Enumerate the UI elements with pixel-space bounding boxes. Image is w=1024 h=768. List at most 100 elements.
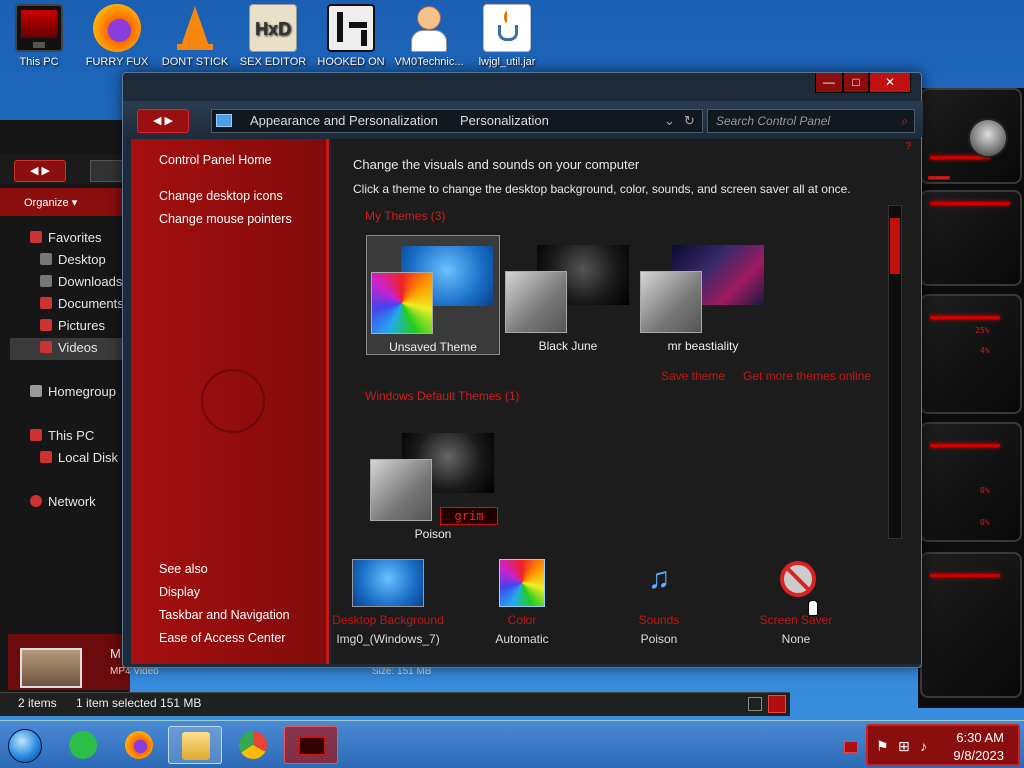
tree-item-label: Pictures [58,318,105,333]
taskbar-app-control-panel[interactable] [284,726,338,764]
tree-item-this-pc[interactable]: This PC [30,428,94,443]
sidebar-link-taskbar[interactable]: Taskbar and Navigation [159,608,290,622]
desktop-icon [40,253,52,265]
organize-button[interactable]: Organize ▾ [0,188,130,216]
explorer-back-forward-button[interactable]: ◀ ▶ [14,160,66,182]
theme-poison[interactable]: grim Poison [366,423,500,543]
clock-time[interactable]: 6:30 AM [956,730,1004,745]
sounds-setting[interactable]: ♫ Sounds Poison [599,559,719,646]
tree-item-homegroup[interactable]: Homegroup [30,384,116,399]
setting-label: Color [507,613,537,627]
breadcrumb-appearance[interactable]: Appearance and Personalization [250,110,438,132]
star-icon [30,231,42,243]
desktop-icon-sex-editor[interactable]: HxD SEX EDITOR [236,4,310,68]
start-button[interactable] [0,726,54,764]
minimize-button[interactable]: — [815,73,843,93]
default-themes-heading: Windows Default Themes (1) [365,389,520,403]
alien-watermark-icon [201,369,265,433]
search-icon[interactable]: ⌕ [901,110,908,132]
chrome-icon [239,731,267,759]
flag-icon[interactable]: ⚑ [876,738,889,755]
desktop-icon-label: VM0Technic... [394,56,464,68]
tree-item-label: Homegroup [48,384,116,399]
sidebar-link-ease-of-access[interactable]: Ease of Access Center [159,631,285,645]
tiles-view-icon[interactable] [768,695,786,713]
back-arrow-icon[interactable]: ◀ [153,115,161,127]
forward-arrow-icon[interactable]: ▶ [165,115,173,127]
java-icon [483,4,531,52]
tree-item-documents[interactable]: Documents [40,296,124,311]
theme-name: Poison [414,527,452,541]
chevron-down-icon[interactable]: ⌄ [664,110,675,132]
desktop-icon-vm0technic[interactable]: VM0Technic... [392,4,466,68]
taskbar: ⚑ ⊞ ♪ 6:30 AM 9/8/2023 [0,720,1024,768]
sidebar-link-mouse-pointers[interactable]: Change mouse pointers [159,212,292,226]
tree-item-favorites[interactable]: Favorites [30,230,101,245]
video-thumbnail[interactable] [20,648,82,688]
taskbar-app-notes[interactable] [56,726,110,764]
maximize-button[interactable]: □ [843,73,869,93]
address-bar[interactable]: Appearance and Personalization Personali… [211,109,703,133]
tree-item-desktop[interactable]: Desktop [40,252,106,267]
theme-black-june[interactable]: Black June [501,235,635,355]
control-panel-icon [298,736,326,756]
sidebar-link-desktop-icons[interactable]: Change desktop icons [159,189,283,203]
theme-name: Black June [538,339,598,353]
desktop-background-setting[interactable]: Desktop Background Img0_(Windows_7) [328,559,448,646]
sidebar-link-control-panel-home[interactable]: Control Panel Home [159,153,272,167]
details-view-icon[interactable] [748,697,762,711]
get-more-themes-link[interactable]: Get more themes online [743,369,871,383]
save-theme-link[interactable]: Save theme [661,369,725,383]
taskbar-app-explorer[interactable] [168,726,222,764]
gadget-network-meter[interactable] [920,552,1022,698]
desktop-icon-lwjgl-util[interactable]: lwjgl_util.jar [470,4,544,68]
breadcrumb-personalization[interactable]: Personalization [460,110,549,132]
clock-date[interactable]: 9/8/2023 [953,748,1004,763]
gadget-drive-meter[interactable] [920,422,1022,542]
desktop-icon-hooked-on[interactable]: HOOKED ON [314,4,388,68]
help-icon[interactable]: ? [905,141,911,152]
theme-unsaved[interactable]: Unsaved Theme [366,235,500,355]
setting-value: Poison [640,632,678,646]
vlc-cone-icon [171,4,219,52]
show-hidden-icons-button[interactable] [844,741,858,753]
search-input[interactable]: Search Control Panel ⌕ [707,109,915,133]
doctor-icon [405,4,453,52]
theme-mr-beastiality[interactable]: mr beastiality [636,235,770,355]
themes-scrollbar[interactable] [888,205,902,539]
back-forward-buttons[interactable]: ◀ ▶ [137,109,189,133]
tree-item-label: Favorites [48,230,102,245]
hand-cursor-icon [808,600,818,616]
refresh-icon[interactable]: ↻ [684,110,695,132]
close-button[interactable]: ✕ [869,73,911,93]
tree-item-downloads[interactable]: Downloads [40,274,122,289]
taskbar-app-firefox[interactable] [112,726,166,764]
color-setting[interactable]: Color Automatic [462,559,582,646]
tree-item-network[interactable]: Network [30,494,96,509]
gadget-calendar[interactable] [920,190,1022,286]
desktop-icon-dont-stick[interactable]: DONT STICK [158,4,232,68]
scrollbar-thumb[interactable] [890,218,900,274]
screen-saver-setting[interactable]: Screen Saver None [736,559,856,646]
tree-item-pictures[interactable]: Pictures [40,318,105,333]
sidebar: Control Panel Home Change desktop icons … [131,139,329,664]
gadget-cpu-meter[interactable] [920,294,1022,414]
volume-icon[interactable]: ♪ [920,738,927,754]
status-selected: 1 item selected 151 MB [76,696,202,710]
setting-label: Desktop Background [332,613,444,627]
desktop-icon-furry-fux[interactable]: FURRY FUX [80,4,154,68]
tree-item-label: Network [48,494,96,509]
sidebar-link-display[interactable]: Display [159,585,200,599]
maze-game-icon [327,4,375,52]
video-icon [40,341,52,353]
theme-name: mr beastiality [667,339,739,353]
tree-item-videos[interactable]: Videos [40,340,98,355]
tree-item-label: Desktop [58,252,106,267]
firefox-icon [93,4,141,52]
tree-item-label: This PC [48,428,95,443]
network-icon[interactable]: ⊞ [898,738,910,755]
see-also-heading: See also [159,562,208,576]
taskbar-app-chrome[interactable] [226,726,280,764]
desktop-icon-this-pc[interactable]: This PC [2,4,76,68]
tree-item-local-disk[interactable]: Local Disk [40,450,118,465]
